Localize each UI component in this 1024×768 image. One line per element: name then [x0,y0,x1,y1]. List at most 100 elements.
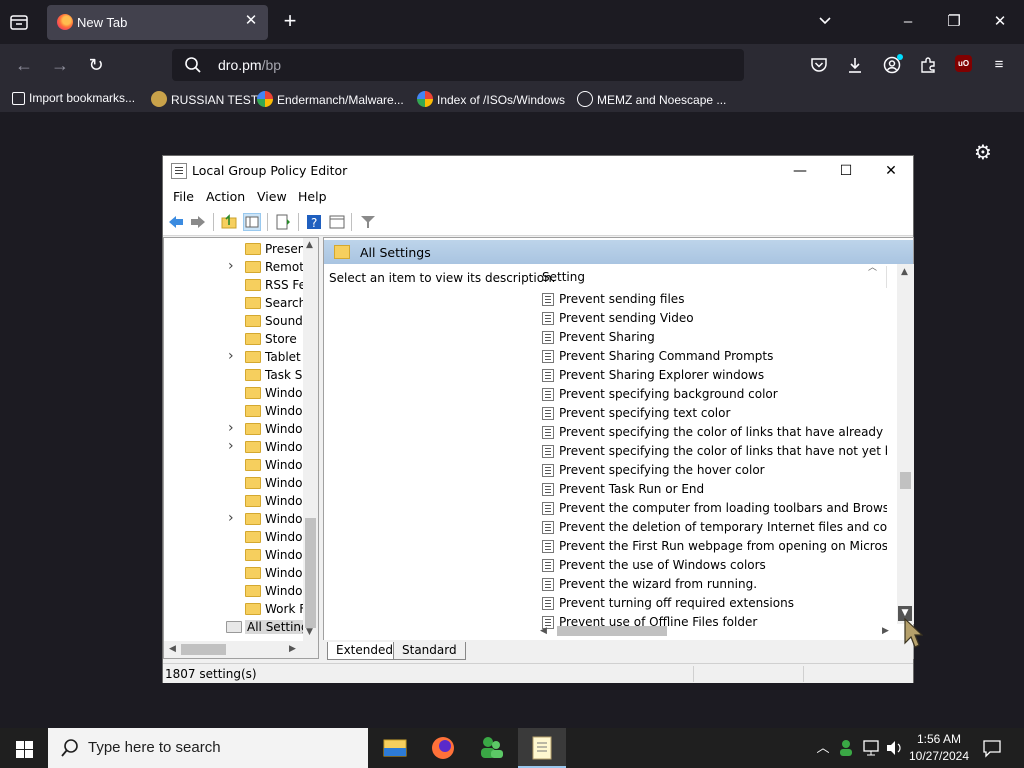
tree-item[interactable]: RSS Fe [164,276,306,294]
url-bar[interactable]: dro.pm/bp [172,49,744,81]
help-icon[interactable]: ? [305,213,323,231]
close-window-icon[interactable]: ✕ [977,0,1023,44]
users-app-icon[interactable] [467,728,515,768]
tree-item[interactable]: Windo [164,546,304,564]
bookmark-import[interactable]: Import bookmarks... [12,91,135,107]
setting-row[interactable]: Prevent Sharing [542,328,887,347]
tree-item[interactable]: Windo [164,402,304,420]
scroll-down-arrow-icon[interactable]: ▼ [306,627,313,637]
new-tab-plus-icon[interactable]: + [280,10,300,32]
bookmark-endermanch[interactable]: Endermanch/Malware... [257,91,404,107]
tree-item[interactable]: Windo [164,492,304,510]
menu-help[interactable]: Help [298,189,327,204]
tree-item[interactable]: Search [164,294,306,312]
forward-arrow-icon[interactable]: → [48,53,72,77]
volume-icon[interactable] [884,728,904,768]
expand-chevron-icon[interactable]: › [228,259,238,273]
tree-item[interactable]: Work F [164,600,306,618]
show-hide-tree-icon[interactable] [243,213,261,231]
tab-standard[interactable]: Standard [393,642,466,660]
settings-hscroll-thumb[interactable] [557,626,667,636]
firefox-taskbar-icon[interactable] [419,728,467,768]
tab-new-tab[interactable]: New Tab ✕ [47,5,268,40]
setting-row[interactable]: Prevent the use of Windows colors [542,556,887,575]
gpedit-minimize-icon[interactable]: — [777,156,823,186]
gpedit-close-icon[interactable]: ✕ [868,156,914,186]
setting-row[interactable]: Prevent Sharing Explorer windows [542,366,887,385]
expand-chevron-icon[interactable]: › [228,349,238,363]
scroll-right-arrow-icon[interactable]: ▶ [289,644,296,654]
setting-row[interactable]: Prevent sending files [542,290,887,309]
setting-row[interactable]: Prevent sending Video [542,309,887,328]
minimize-icon[interactable]: – [885,0,931,44]
network-icon[interactable] [860,728,882,768]
settings-gear-icon[interactable]: ⚙ [972,142,994,164]
tree-item[interactable]: › Windo [164,438,304,456]
user-tray-icon[interactable] [836,728,856,768]
tree-horizontal-scrollbar[interactable]: ◀ ▶ [164,641,318,658]
scroll-left-arrow-icon[interactable]: ◀ [169,644,176,654]
tree-item[interactable]: Sound [164,312,304,330]
tree-item[interactable]: Windo [164,474,304,492]
extensions-puzzle-icon[interactable] [917,54,939,76]
setting-row[interactable]: Prevent specifying text color [542,404,887,423]
scroll-up-arrow-icon[interactable]: ▲ [306,240,313,250]
scroll-up-arrow-icon[interactable]: ▲ [901,267,908,277]
up-folder-icon[interactable] [220,213,238,231]
scroll-right-arrow-icon[interactable]: ▶ [882,625,889,636]
ublock-origin-icon[interactable]: uO [955,55,972,72]
tree-vertical-scrollbar[interactable]: ▲ ▼ [303,238,318,641]
back-arrow-icon[interactable] [167,213,185,231]
downloads-icon[interactable] [844,54,866,76]
back-arrow-icon[interactable]: ← [12,53,36,77]
bookmark-russian-test[interactable]: RUSSIAN TEST [151,91,258,107]
setting-row[interactable]: Prevent Sharing Command Prompts [542,347,887,366]
tree-item[interactable]: Windo [164,456,304,474]
setting-row[interactable]: Prevent specifying the hover color [542,461,887,480]
reload-icon[interactable]: ↻ [84,53,108,77]
setting-row[interactable]: Prevent specifying the color of links th… [542,423,887,442]
restore-icon[interactable]: ❐ [931,0,977,44]
tab-extended[interactable]: Extended [327,642,402,660]
expand-chevron-icon[interactable]: › [228,439,238,453]
setting-row[interactable]: Prevent the computer from loading toolba… [542,499,887,518]
tree-item[interactable]: Presen [164,240,305,258]
bookmark-memz[interactable]: MEMZ and Noescape ... [577,91,726,107]
tree-item[interactable]: Task Sc [164,366,309,384]
expand-chevron-icon[interactable]: › [228,511,238,525]
menu-file[interactable]: File [173,189,194,204]
taskbar-search-box[interactable]: Type here to search [48,728,368,768]
settings-vertical-scrollbar[interactable]: ▲ ▼ [897,264,914,624]
tree-item[interactable]: Windo [164,564,304,582]
taskbar-clock[interactable]: 1:56 AM 10/27/2024 [903,731,975,765]
tree-item[interactable]: › Tablet [164,348,304,366]
notifications-icon[interactable] [980,728,1004,768]
setting-row[interactable]: Prevent the wizard from running. [542,575,887,594]
windows-start-icon[interactable] [0,728,48,768]
expand-chevron-icon[interactable]: › [228,421,238,435]
tree-item-all-settings[interactable]: All Setting [164,618,311,636]
filter-icon[interactable] [359,213,377,231]
settings-horizontal-scrollbar[interactable]: ◀ ▶ [540,623,894,638]
tree-scroll-thumb[interactable] [305,518,316,628]
setting-row[interactable]: Prevent the First Run webpage from openi… [542,537,887,556]
list-all-tabs-chevron-icon[interactable] [817,12,833,30]
menu-view[interactable]: View [257,189,287,204]
setting-row[interactable]: Prevent specifying the color of links th… [542,442,887,461]
setting-column-header[interactable]: Setting [542,270,585,284]
gpedit-taskbar-icon[interactable] [518,728,566,768]
file-explorer-icon[interactable] [371,728,419,768]
bookmark-isos[interactable]: Index of /ISOs/Windows [417,91,565,107]
scroll-left-arrow-icon[interactable]: ◀ [540,625,547,636]
menu-action[interactable]: Action [206,189,245,204]
setting-row[interactable]: Prevent specifying background color [542,385,887,404]
tree-item[interactable]: Windo [164,528,304,546]
policy-tree-pane[interactable]: Presen › Remot RSS Fe Search Sound Store › Table… [163,237,319,659]
settings-scroll-thumb[interactable] [900,472,911,489]
tree-item[interactable]: Windo [164,582,304,600]
setting-row[interactable]: Prevent Task Run or End [542,480,887,499]
export-list-icon[interactable] [274,213,292,231]
forward-arrow-icon[interactable] [189,213,207,231]
tab-list-icon[interactable] [8,12,30,32]
close-tab-icon[interactable]: ✕ [242,12,260,30]
